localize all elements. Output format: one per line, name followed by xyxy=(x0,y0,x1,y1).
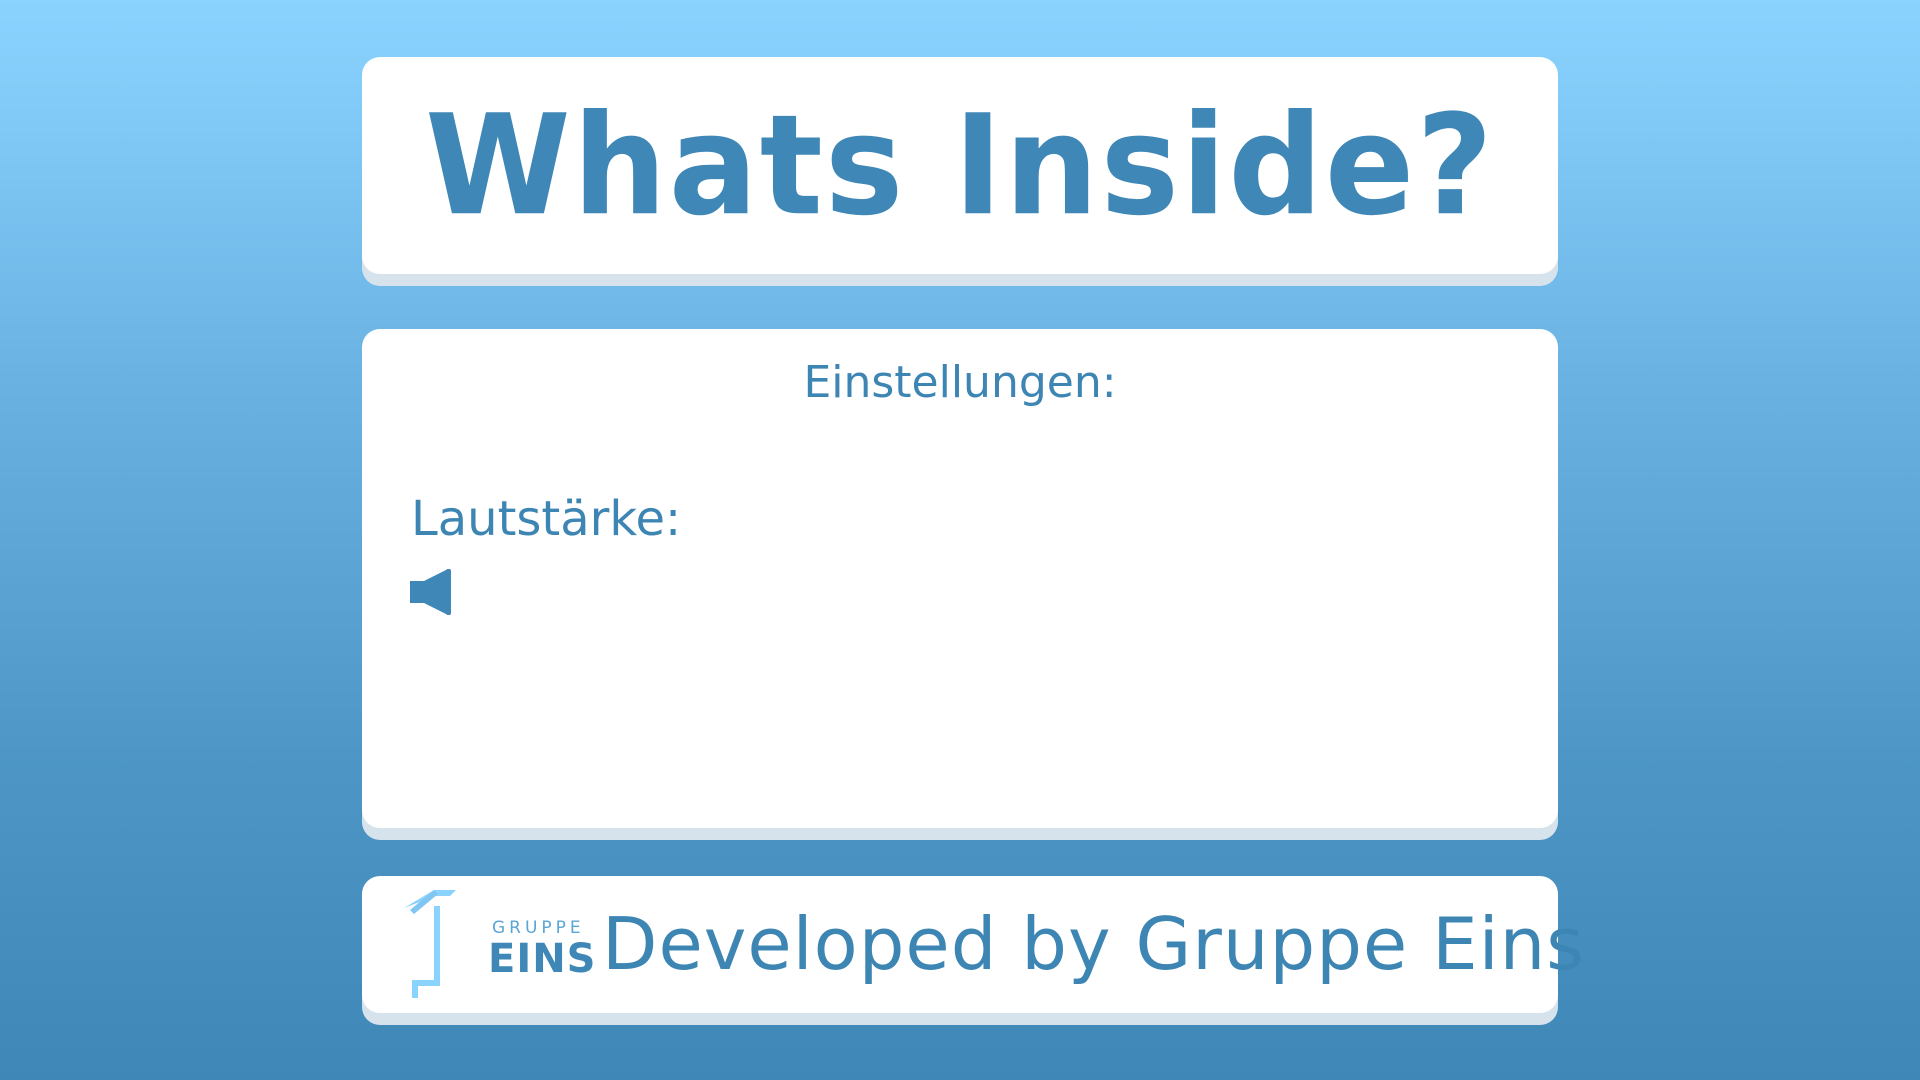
logo-text-small: GRUPPE xyxy=(492,918,585,938)
footer-card: GRUPPE EINS Developed by Gruppe Eins xyxy=(362,876,1584,1013)
game-title: Whats Inside? xyxy=(425,84,1495,247)
logo-text-big: EINS xyxy=(488,936,597,982)
title-card: Whats Inside? xyxy=(362,57,1558,274)
volume-label: Lautstärke: xyxy=(411,491,682,547)
gruppe-eins-logo: GRUPPE EINS xyxy=(400,882,596,1000)
settings-heading: Einstellungen: xyxy=(803,357,1117,408)
developer-credit: Developed by Gruppe Eins xyxy=(602,902,1585,986)
settings-panel: Einstellungen: Lautstärke: xyxy=(362,329,1558,828)
speaker-icon[interactable] xyxy=(410,569,452,615)
